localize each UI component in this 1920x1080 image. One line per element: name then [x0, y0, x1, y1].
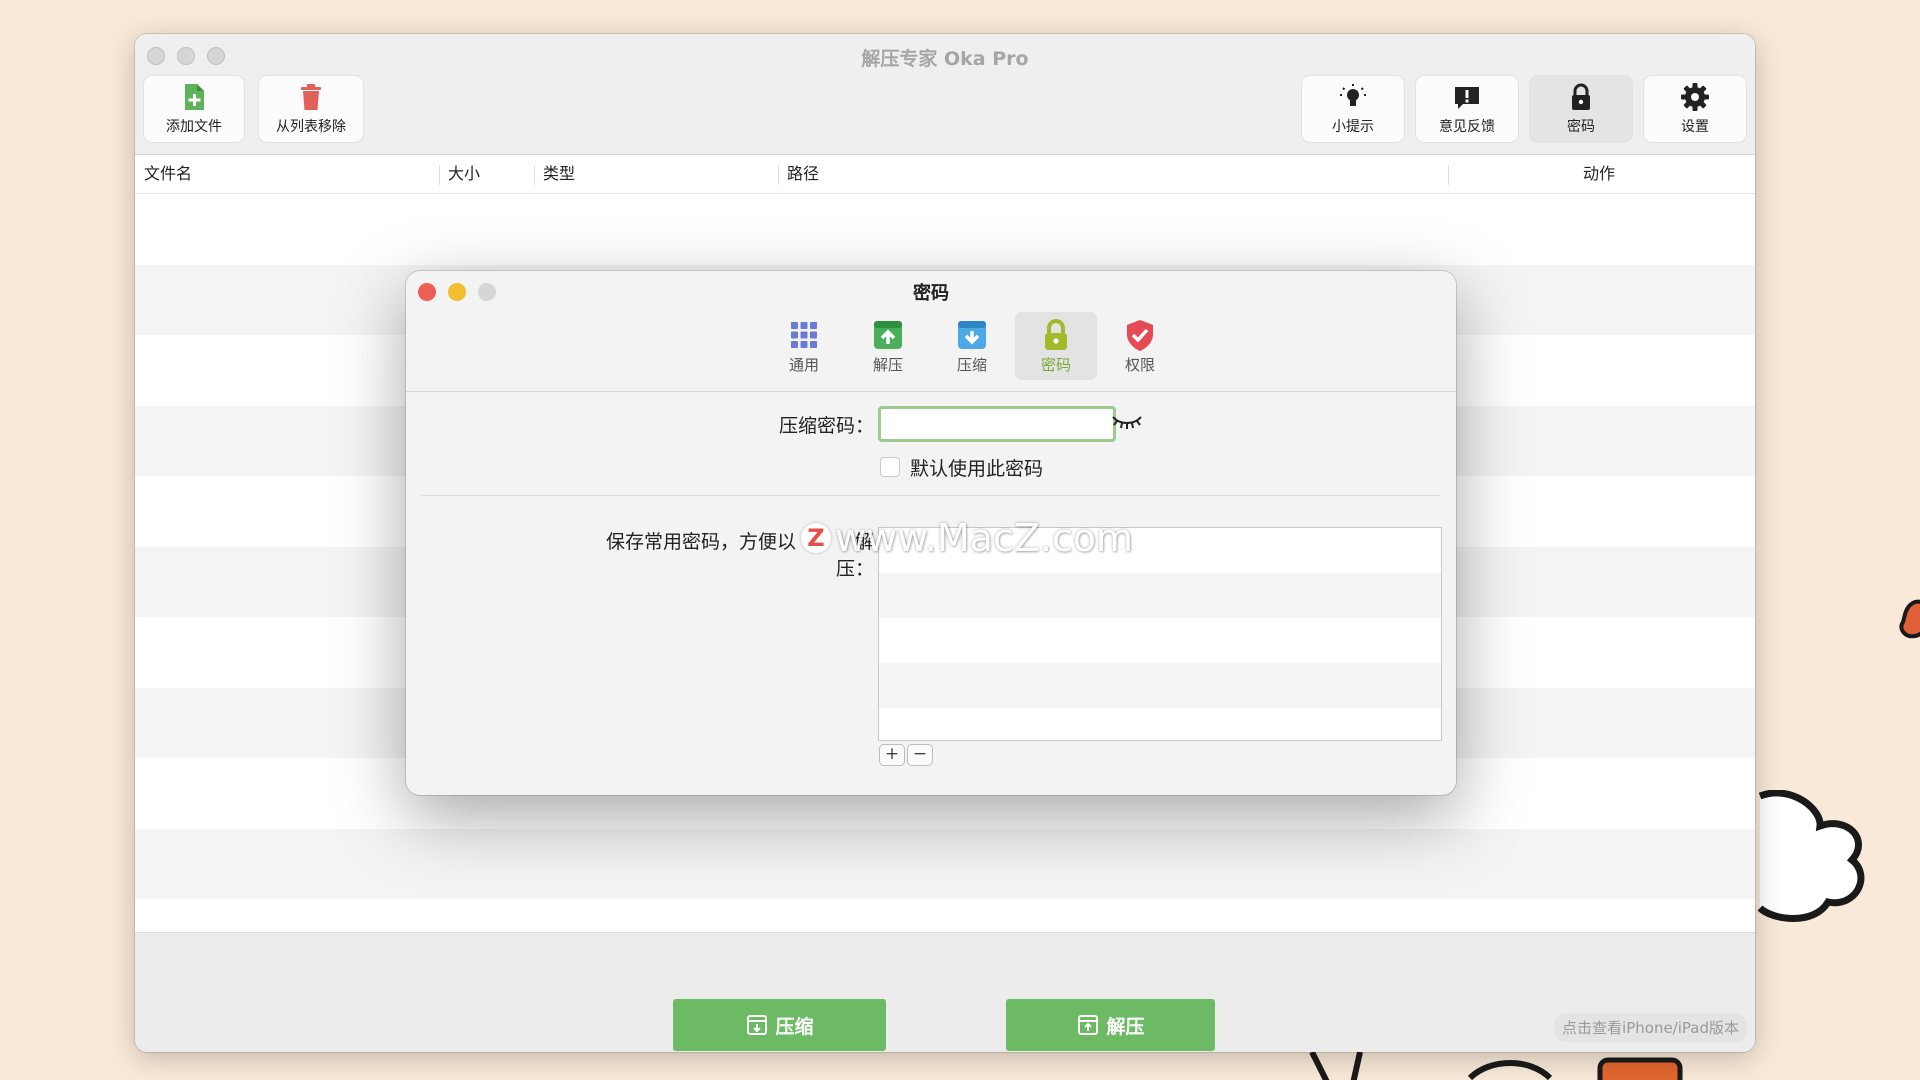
- watermark-logo-icon: Z: [801, 523, 831, 553]
- grid-icon: [791, 321, 817, 348]
- default-password-checkbox[interactable]: [880, 457, 900, 477]
- tab-password-label: 密码: [1040, 355, 1071, 374]
- tab-compress[interactable]: 压缩: [931, 312, 1013, 380]
- column-type[interactable]: 类型: [543, 155, 575, 193]
- extract-label: 解压: [1106, 1015, 1145, 1038]
- window-title: 解压专家 Oka Pro: [861, 48, 1029, 70]
- tab-general[interactable]: 通用: [763, 312, 845, 380]
- column-action[interactable]: 动作: [1583, 155, 1615, 193]
- feedback-bubble-icon: [1455, 87, 1479, 109]
- ipad-version-link[interactable]: 点击查看iPhone/iPad版本: [1554, 1013, 1747, 1042]
- extract-box-icon: [1078, 1015, 1099, 1035]
- file-table-header: 文件名 大小 类型 路径 动作: [135, 155, 1755, 194]
- tips-label: 小提示: [1332, 119, 1374, 135]
- settings-button[interactable]: 设置: [1644, 76, 1746, 142]
- trash-icon: [301, 84, 321, 110]
- column-separator: [439, 165, 440, 185]
- password-label: 密码: [1567, 119, 1595, 135]
- saved-passwords-label: 保存常用密码，方便以: [605, 531, 796, 553]
- tab-password[interactable]: 密码: [1015, 312, 1097, 380]
- shield-check-icon: [1127, 319, 1153, 351]
- add-password-button[interactable]: +: [879, 744, 905, 766]
- remove-from-list-label: 从列表移除: [276, 119, 346, 135]
- watermark: Z www.MacZ.com: [801, 516, 1133, 560]
- tab-permissions-label: 权限: [1124, 355, 1155, 374]
- compress-label: 压缩: [775, 1015, 814, 1038]
- list-item[interactable]: [879, 708, 1441, 740]
- action-bar: 压缩 解压 点击查看iPhone/iPad版本: [135, 932, 1755, 1052]
- list-item[interactable]: [879, 618, 1441, 663]
- compress-box-icon: [747, 1015, 768, 1035]
- add-file-label: 添加文件: [166, 119, 222, 135]
- tab-compress-label: 压缩: [956, 355, 987, 374]
- dialog-title: 密码: [913, 283, 949, 304]
- column-separator: [778, 165, 779, 185]
- compress-box-icon: [958, 320, 986, 349]
- lock-icon: [1572, 83, 1590, 110]
- table-row: [135, 828, 1755, 899]
- watermark-logo-letter: Z: [807, 524, 825, 552]
- section-divider: [421, 495, 1441, 496]
- extract-box-icon: [874, 320, 902, 349]
- eye-closed-icon[interactable]: [1110, 409, 1144, 431]
- gear-icon: [1681, 83, 1709, 111]
- cartoon-cloud-icon: [1757, 790, 1865, 922]
- feedback-label: 意见反馈: [1439, 119, 1495, 135]
- toolbar: 解压专家 Oka Pro 添加文件 从列表移除 小提示 意见反馈 密码 设置: [135, 34, 1755, 155]
- remove-from-list-button[interactable]: 从列表移除: [259, 76, 363, 142]
- password-button[interactable]: 密码: [1530, 76, 1632, 142]
- tips-button[interactable]: 小提示: [1302, 76, 1404, 142]
- column-separator: [1448, 165, 1449, 185]
- dialog-toolbar-divider: [406, 391, 1456, 392]
- tab-extract[interactable]: 解压: [847, 312, 929, 380]
- password-input[interactable]: [878, 406, 1116, 442]
- column-filename[interactable]: 文件名: [144, 155, 192, 193]
- column-size[interactable]: 大小: [448, 155, 480, 193]
- compress-button[interactable]: 压缩: [673, 999, 886, 1051]
- tab-permissions[interactable]: 权限: [1099, 312, 1181, 380]
- table-row: [135, 194, 1755, 265]
- tab-extract-label: 解压: [872, 355, 903, 374]
- remove-password-button[interactable]: −: [907, 744, 933, 766]
- extract-button[interactable]: 解压: [1006, 999, 1215, 1051]
- column-separator: [534, 165, 535, 185]
- password-field-label: 压缩密码：: [778, 415, 874, 437]
- column-path[interactable]: 路径: [787, 155, 819, 193]
- default-password-label: 默认使用此密码: [910, 458, 1044, 480]
- add-file-icon: [185, 84, 204, 110]
- lightbulb-icon: [1340, 84, 1366, 106]
- cartoon-bottom-icon: [1309, 1050, 1683, 1080]
- list-item[interactable]: [879, 573, 1441, 618]
- tab-general-label: 通用: [788, 355, 819, 374]
- settings-label: 设置: [1681, 119, 1709, 135]
- feedback-button[interactable]: 意见反馈: [1416, 76, 1518, 142]
- cartoon-fragment-icon: [1899, 599, 1920, 639]
- preferences-dialog: 密码 通用 解压 压缩 密码 权限 压缩密码： 默认使用此密码 保存常用密码，方…: [406, 271, 1456, 795]
- add-file-button[interactable]: 添加文件: [144, 76, 244, 142]
- list-item[interactable]: [879, 663, 1441, 708]
- lock-icon: [1045, 318, 1067, 350]
- watermark-text: www.MacZ.com: [835, 516, 1134, 560]
